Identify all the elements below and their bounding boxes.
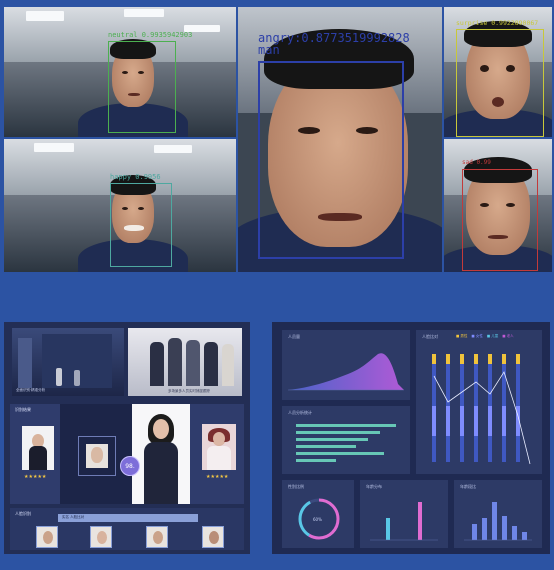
face-recognition-dashboard: 全面识别·精准分析 多场景多人员实时捕捉跟踪 识别结果 ★★★★★ 98. ★★… xyxy=(4,322,250,554)
hero-image-team[interactable]: 多场景多人员实时捕捉跟踪 xyxy=(128,328,242,396)
scan-frame xyxy=(78,436,116,476)
face-box-surprise xyxy=(456,29,544,137)
section-title: 识别结果 xyxy=(15,407,31,412)
camera-tile-sad[interactable]: sad 0.99 xyxy=(444,139,552,272)
hero-caption-1: 全面识别·精准分析 xyxy=(16,388,46,392)
chart-legend: ■ 男性 ■ 女性 ■ 儿童 ■ 老人 xyxy=(456,334,514,339)
score-badge: 98. xyxy=(120,456,140,476)
hero-caption-2: 多场景多人员实时捕捉跟踪 xyxy=(168,389,210,393)
bar-chart-icon xyxy=(296,424,396,462)
panel-age-distribution: 年龄分布 xyxy=(360,480,448,548)
detection-label-surprise: surprise 0.9922890067 xyxy=(456,19,539,27)
candidate-photo-right[interactable] xyxy=(202,424,236,470)
bottom-strip: 人脸识别 实名 人脸比对 xyxy=(10,508,244,550)
camera-collage: neutral 0.9935942903 happy 0.9956 angry:… xyxy=(4,7,552,272)
panel-age-ratio: 年龄段比 xyxy=(454,480,542,548)
panel-face-compare: 人脸比对 ■ 男性 ■ 女性 ■ 儿童 ■ 老人 xyxy=(416,330,542,474)
comparison-panel: 98. xyxy=(60,404,190,504)
panel-title-age-ratio: 年龄段比 xyxy=(460,484,476,489)
star-rating-left: ★★★★★ xyxy=(24,474,47,480)
panel-gender-ratio: 性别比例 60% xyxy=(282,480,354,548)
camera-tile-surprise[interactable]: surprise 0.9922890067 xyxy=(444,7,552,137)
detection-label-angry: angry:0.8773519992828 xyxy=(258,31,410,45)
face-box-angry xyxy=(258,61,404,259)
donut-center-label: 60% xyxy=(313,517,322,522)
thumbnail-3[interactable] xyxy=(146,526,168,548)
detection-label-sad: sad 0.99 xyxy=(462,159,491,166)
bars xyxy=(432,354,520,462)
hero-image-office[interactable]: 全面识别·精准分析 xyxy=(12,328,124,396)
detection-label-happy: happy 0.9956 xyxy=(110,173,161,181)
age-ratio-bar-chart xyxy=(464,502,532,541)
panel-person-analysis: 人员分析统计 xyxy=(282,406,410,474)
camera-tile-happy[interactable]: happy 0.9956 xyxy=(4,139,236,272)
match-bar-text: 实名 人脸比对 xyxy=(62,515,85,519)
age-bar-chart xyxy=(370,502,438,541)
panel-title-person-analysis: 人员分析统计 xyxy=(288,410,312,415)
detection-gender-label: man xyxy=(258,43,280,57)
recognition-result-panel: 识别结果 ★★★★★ 98. ★★★★★ xyxy=(10,404,244,504)
thumbnail-4[interactable] xyxy=(202,526,224,548)
legend-item: ■ 儿童 xyxy=(486,334,499,338)
panel-title-age-distribution: 年龄分布 xyxy=(366,484,382,489)
face-box-neutral xyxy=(108,41,176,133)
panel-title-gender-ratio: 性别比例 xyxy=(288,484,304,489)
camera-tile-angry[interactable]: angry:0.8773519992828 man xyxy=(238,7,442,272)
candidate-photo-left[interactable] xyxy=(22,426,54,470)
thumbnail-2[interactable] xyxy=(90,526,112,548)
face-box-sad xyxy=(462,169,538,271)
statistics-dashboard: 人员量 人员分析统计 人脸比对 ■ 男性 ■ 女性 ■ 儿童 ■ 老人 性别比例… xyxy=(272,322,550,554)
face-box-happy xyxy=(110,183,172,267)
legend-item: ■ 老人 xyxy=(502,334,514,338)
bottom-title: 人脸识别 xyxy=(15,511,31,516)
stacked-bar-line-chart xyxy=(432,354,531,465)
legend-item: ■ 女性 xyxy=(471,334,483,338)
panel-title-face-compare: 人脸比对 xyxy=(422,334,438,339)
match-photo[interactable] xyxy=(132,404,190,504)
detection-label-neutral: neutral 0.9935942903 xyxy=(108,31,193,39)
match-bar[interactable]: 实名 人脸比对 xyxy=(58,514,198,522)
camera-tile-neutral[interactable]: neutral 0.9935942903 xyxy=(4,7,236,137)
star-rating-right: ★★★★★ xyxy=(206,474,229,480)
panel-visitor-volume: 人员量 xyxy=(282,330,410,400)
thumbnail-1[interactable] xyxy=(36,526,58,548)
score-value: 98. xyxy=(125,462,135,470)
panel-title-visitor-volume: 人员量 xyxy=(288,334,300,339)
area-chart-icon xyxy=(288,353,404,391)
legend-item: ■ 男性 xyxy=(456,334,468,338)
